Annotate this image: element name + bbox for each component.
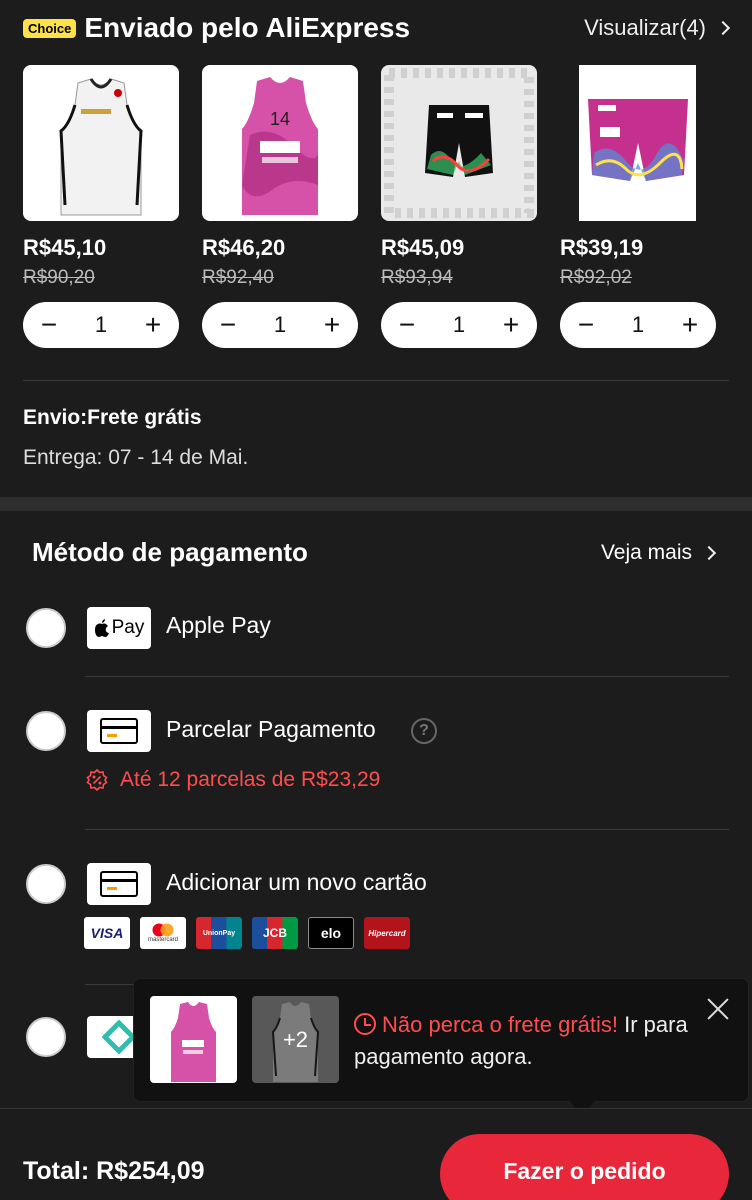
quantity-value[interactable]: 1 <box>632 312 644 338</box>
product-image-pink-shorts[interactable] <box>560 65 716 221</box>
toast-product-image: +2 <box>252 996 339 1083</box>
quantity-value[interactable]: 1 <box>95 312 107 338</box>
more-items-count: +2 <box>252 996 339 1083</box>
checkout-bar: Total: R$254,09 Fazer o pedido <box>0 1108 752 1200</box>
place-order-button[interactable]: Fazer o pedido <box>440 1134 729 1200</box>
divider <box>85 676 729 677</box>
installments-label[interactable]: Parcelar Pagamento <box>166 716 376 743</box>
decrease-button[interactable]: − <box>574 309 598 341</box>
increase-button[interactable]: + <box>678 309 702 341</box>
seller-header: Choice Enviado pelo AliExpress Visualiza… <box>23 8 731 48</box>
product-old-price: R$92,40 <box>202 267 274 288</box>
product-price: R$46,20 <box>202 235 286 260</box>
delivery-estimate: Entrega: 07 - 14 de Mai. <box>23 446 249 469</box>
increase-button[interactable]: + <box>320 309 344 341</box>
discount-icon <box>86 769 108 791</box>
increase-button[interactable]: + <box>499 309 523 341</box>
new-card-radio[interactable] <box>26 864 66 904</box>
product-list: R$45,10 R$90,20 − 1 + 14 R$46,20 R$92,40 <box>23 65 716 348</box>
apple-pay-label[interactable]: Apple Pay <box>166 612 271 639</box>
shipping-label: Envio:Frete grátis <box>23 406 202 429</box>
chevron-right-icon <box>701 545 717 561</box>
decrease-button[interactable]: − <box>216 309 240 341</box>
product-price: R$45,09 <box>381 235 465 260</box>
toast-highlight: Não perca o frete grátis! <box>382 1012 619 1037</box>
chevron-right-icon <box>715 20 731 36</box>
order-total: Total: R$254,09 <box>23 1157 205 1185</box>
divider <box>23 380 729 381</box>
section-separator <box>0 497 752 511</box>
decrease-button[interactable]: − <box>37 309 61 341</box>
pix-radio[interactable] <box>26 1017 66 1057</box>
product-image-pink-jersey[interactable]: 14 <box>202 65 358 221</box>
choice-badge: Choice <box>23 18 77 38</box>
view-all-label: Visualizar(4) <box>584 15 706 40</box>
svg-text:14: 14 <box>270 109 290 129</box>
divider <box>85 829 729 830</box>
decrease-button[interactable]: − <box>395 309 419 341</box>
jcb-icon: JCB <box>252 917 298 949</box>
apple-icon <box>94 619 109 637</box>
free-shipping-toast: +2 Não perca o frete grátis! Ir para pag… <box>134 979 748 1101</box>
quantity-stepper: − 1 + <box>202 302 358 348</box>
increase-button[interactable]: + <box>141 309 165 341</box>
card-icon <box>87 863 151 905</box>
product-old-price: R$92,02 <box>560 267 632 288</box>
product-card: R$39,19 R$92,02 − 1 + <box>560 65 716 348</box>
installments-radio[interactable] <box>26 711 66 751</box>
help-icon[interactable]: ? <box>411 718 437 744</box>
elo-icon: elo <box>308 917 354 949</box>
quantity-stepper: − 1 + <box>381 302 537 348</box>
see-more-link[interactable]: Veja mais <box>600 541 717 565</box>
product-price: R$45,10 <box>23 235 107 260</box>
new-card-label[interactable]: Adicionar um novo cartão <box>166 869 427 896</box>
mastercard-icon: mastercard <box>140 917 186 949</box>
installments-note: Até 12 parcelas de R$23,29 <box>86 768 380 792</box>
toast-product-image <box>150 996 237 1083</box>
product-image-black-shorts[interactable] <box>381 65 537 221</box>
product-old-price: R$93,94 <box>381 267 453 288</box>
card-icon <box>87 710 151 752</box>
product-card: R$45,09 R$93,94 − 1 + <box>381 65 537 348</box>
product-price: R$39,19 <box>560 235 644 260</box>
close-icon[interactable] <box>706 997 730 1021</box>
installments-note-text: Até 12 parcelas de R$23,29 <box>120 768 381 791</box>
quantity-value[interactable]: 1 <box>274 312 286 338</box>
product-card: R$45,10 R$90,20 − 1 + <box>23 65 179 348</box>
quantity-value[interactable]: 1 <box>453 312 465 338</box>
apple-pay-logo: Pay <box>87 607 151 649</box>
product-card: 14 R$46,20 R$92,40 − 1 + <box>202 65 358 348</box>
card-brands: VISA mastercard UnionPay JCB elo Hiperca… <box>84 917 410 949</box>
apple-pay-logo-text: Pay <box>111 617 145 638</box>
hipercard-icon: Hipercard <box>364 917 410 949</box>
order-items-section: Choice Enviado pelo AliExpress Visualiza… <box>0 0 752 497</box>
visa-icon: VISA <box>84 917 130 949</box>
seller-title: Enviado pelo AliExpress <box>84 12 411 43</box>
product-old-price: R$90,20 <box>23 267 95 288</box>
apple-pay-radio[interactable] <box>26 608 66 648</box>
view-all-link[interactable]: Visualizar(4) <box>584 15 731 41</box>
quantity-stepper: − 1 + <box>23 302 179 348</box>
payment-title: Método de pagamento <box>32 537 308 567</box>
quantity-stepper: − 1 + <box>560 302 716 348</box>
see-more-label: Veja mais <box>600 541 692 564</box>
product-image-white-jersey[interactable] <box>23 65 179 221</box>
toast-message[interactable]: Não perca o frete grátis! Ir para pagame… <box>354 1009 704 1073</box>
unionpay-icon: UnionPay <box>196 917 242 949</box>
clock-icon <box>354 1013 376 1035</box>
